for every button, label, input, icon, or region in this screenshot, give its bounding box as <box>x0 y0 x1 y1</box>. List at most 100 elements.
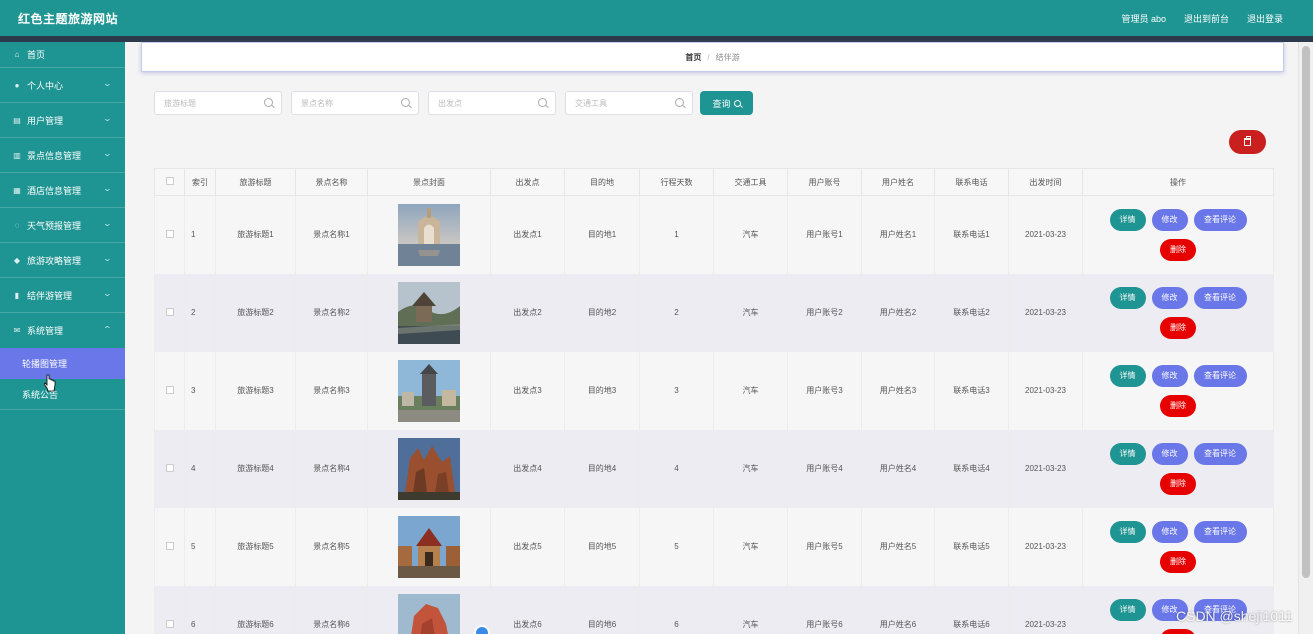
actions-cell: 详情 修改 查看评论 删除 <box>1082 429 1274 508</box>
scenic-name-cell: 景点名称2 <box>295 273 368 352</box>
sidebar-item-label: 系统管理 <box>27 326 64 336</box>
sidebar-item-scenic-management[interactable]: ▥ 景点信息管理 ⌄ <box>0 138 125 173</box>
detail-button[interactable]: 详情 <box>1109 520 1146 543</box>
delete-button[interactable]: 删除 <box>1160 628 1196 634</box>
row-checkbox[interactable] <box>165 385 174 394</box>
sidebar-item-weather-management[interactable]: ◌ 天气预报管理 ⌄ <box>0 208 125 243</box>
batch-delete-button[interactable] <box>1229 130 1266 154</box>
sidebar-item-label: 个人中心 <box>27 80 64 91</box>
days-cell: 1 <box>639 195 714 274</box>
sidebar-item-guide-management[interactable]: ◆ 旅游攻略管理 ⌄ <box>0 243 125 278</box>
user-icon: ● <box>14 80 20 90</box>
edit-button[interactable]: 修改 <box>1151 442 1188 465</box>
departure-cell: 出发点4 <box>490 429 565 508</box>
departure-cell: 出发点6 <box>490 585 565 634</box>
vertical-scrollbar[interactable] <box>1298 42 1313 634</box>
sidebar-item-label: 景点信息管理 <box>27 150 82 161</box>
row-checkbox[interactable] <box>165 619 174 628</box>
logout-link[interactable]: 退出登录 <box>1247 12 1283 25</box>
scenic-name-search-field[interactable] <box>291 91 419 115</box>
index-cell: 5 <box>184 507 216 586</box>
scenic-name-cell: 景点名称5 <box>295 507 368 586</box>
column-header: 联系电话 <box>934 168 1009 196</box>
table-row: 3 旅游标题3 景点名称3 出发点3 目的地3 3 汽车 用户账号3 用户姓名3… <box>154 351 1274 430</box>
column-header: 景点名称 <box>295 168 368 196</box>
sidebar-item-home[interactable]: ⌂ 首页 <box>0 42 125 68</box>
detail-button[interactable]: 详情 <box>1109 364 1146 387</box>
edit-button[interactable]: 修改 <box>1151 364 1188 387</box>
sidebar-item-hotel-management[interactable]: ▦ 酒店信息管理 ⌄ <box>0 173 125 208</box>
vehicle-input[interactable] <box>575 98 675 108</box>
breadcrumb: 首页 / 结伴游 <box>141 42 1284 72</box>
edit-button[interactable]: 修改 <box>1151 208 1188 231</box>
chevron-up-icon: ⌄ <box>102 324 113 333</box>
index-cell: 4 <box>184 429 216 508</box>
delete-button[interactable]: 删除 <box>1160 316 1196 339</box>
index-cell: 2 <box>184 273 216 352</box>
user-name-cell: 用户姓名5 <box>861 507 935 586</box>
row-checkbox[interactable] <box>165 541 174 550</box>
chevron-down-icon: ⌄ <box>102 289 113 298</box>
delete-button[interactable]: 删除 <box>1160 550 1196 573</box>
row-checkbox[interactable] <box>165 463 174 472</box>
sidebar-subitem-notice[interactable]: 系统公告 <box>0 379 125 410</box>
departure-search-field[interactable] <box>428 91 556 115</box>
destination-cell: 目的地6 <box>564 585 640 634</box>
detail-button[interactable]: 详情 <box>1109 208 1146 231</box>
query-button[interactable]: 查询 <box>700 91 753 115</box>
phone-cell: 联系电话2 <box>934 273 1009 352</box>
sidebar-item-user-management[interactable]: ▤ 用户管理 ⌄ <box>0 103 125 138</box>
view-comments-button[interactable]: 查看评论 <box>1193 442 1247 465</box>
travel-title-search-field[interactable] <box>154 91 282 115</box>
view-comments-button[interactable]: 查看评论 <box>1193 364 1247 387</box>
floating-indicator-icon <box>474 625 490 634</box>
view-comments-button[interactable]: 查看评论 <box>1193 286 1247 309</box>
sidebar-subitem-carousel[interactable]: 轮播图管理 <box>0 348 125 379</box>
vehicle-cell: 汽车 <box>713 351 788 430</box>
cover-cell <box>367 585 491 634</box>
departure-input[interactable] <box>438 98 538 108</box>
departure-cell: 出发点1 <box>490 195 565 274</box>
account-cell: 用户账号4 <box>787 429 862 508</box>
sidebar-item-companion-management[interactable]: ▮ 结伴游管理 ⌄ <box>0 278 125 313</box>
view-comments-button[interactable]: 查看评论 <box>1193 208 1247 231</box>
select-all-checkbox[interactable] <box>165 177 174 185</box>
table-row: 1 旅游标题1 景点名称1 出发点1 目的地1 1 汽车 用户账号1 用户姓名1… <box>154 195 1274 274</box>
column-header: 用户账号 <box>787 168 862 196</box>
date-cell: 2021-03-23 <box>1008 195 1083 274</box>
edit-button[interactable]: 修改 <box>1151 286 1188 309</box>
edit-button[interactable]: 修改 <box>1151 520 1188 543</box>
travel-title-input[interactable] <box>164 98 264 108</box>
row-checkbox[interactable] <box>165 307 174 316</box>
user-name-cell: 用户姓名4 <box>861 429 935 508</box>
delete-button[interactable]: 删除 <box>1160 394 1196 417</box>
date-cell: 2021-03-23 <box>1008 429 1083 508</box>
query-button-label: 查询 <box>712 98 731 109</box>
row-select-cell <box>154 195 185 274</box>
detail-button[interactable]: 详情 <box>1109 286 1146 309</box>
detail-button[interactable]: 详情 <box>1109 442 1146 465</box>
row-checkbox[interactable] <box>165 229 174 238</box>
detail-button[interactable]: 详情 <box>1109 598 1146 621</box>
search-icon <box>264 98 273 107</box>
view-comments-button[interactable]: 查看评论 <box>1193 520 1247 543</box>
title-cell: 旅游标题1 <box>215 195 296 274</box>
select-all-cell <box>154 168 185 196</box>
sidebar-item-label: 旅游攻略管理 <box>27 255 82 266</box>
column-header: 操作 <box>1082 168 1274 196</box>
vehicle-search-field[interactable] <box>565 91 693 115</box>
sidebar-item-system-management[interactable]: ✉ 系统管理 ⌄ <box>0 313 125 348</box>
delete-button[interactable]: 删除 <box>1160 238 1196 261</box>
breadcrumb-separator: / <box>707 52 710 62</box>
sidebar-item-label: 酒店信息管理 <box>27 185 82 196</box>
scenic-icon: ▥ <box>13 150 21 160</box>
account-cell: 用户账号6 <box>787 585 862 634</box>
scenic-cover-image <box>398 281 460 344</box>
sidebar-item-personal-center[interactable]: ● 个人中心 ⌄ <box>0 68 125 103</box>
title-cell: 旅游标题6 <box>215 585 296 634</box>
delete-button[interactable]: 删除 <box>1160 472 1196 495</box>
scenic-name-input[interactable] <box>301 98 401 108</box>
exit-to-front-link[interactable]: 退出到前台 <box>1184 12 1229 25</box>
breadcrumb-home[interactable]: 首页 <box>685 52 701 63</box>
scrollbar-thumb[interactable] <box>1302 46 1310 578</box>
